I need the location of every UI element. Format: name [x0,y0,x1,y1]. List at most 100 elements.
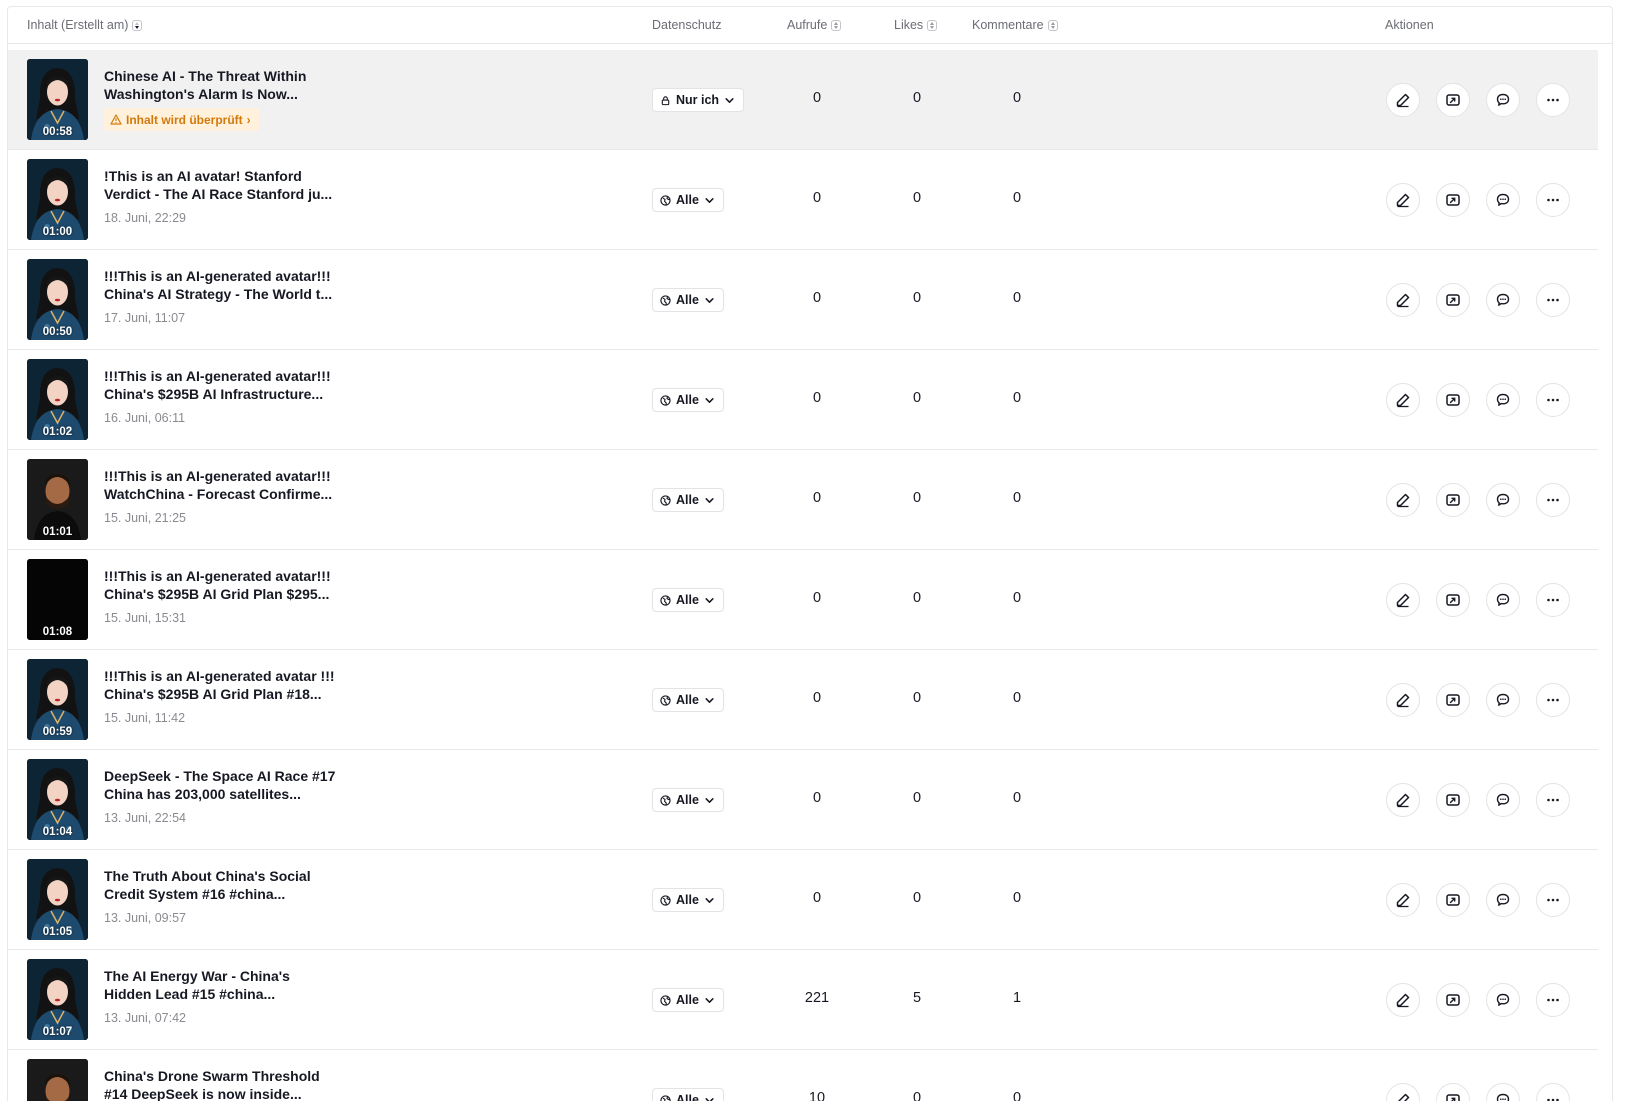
privacy-dropdown[interactable]: Alle [652,888,724,912]
video-thumbnail[interactable]: 00:50 [27,259,88,340]
video-title[interactable]: !!!This is an AI-generated avatar!!! Chi… [104,567,344,603]
more-options-button[interactable] [1536,683,1570,717]
sort-icon[interactable] [132,20,143,31]
table-row[interactable]: 01:08 !!!This is an AI-generated avatar!… [8,550,1598,650]
privacy-dropdown[interactable]: Alle [652,188,724,212]
comments-button[interactable] [1486,683,1520,717]
video-title[interactable]: !!!This is an AI-generated avatar!!! Chi… [104,267,344,303]
more-options-button[interactable] [1536,83,1570,117]
video-title[interactable]: The Truth About China's Social Credit Sy… [104,867,344,903]
video-title[interactable]: Chinese AI - The Threat Within Washingto… [104,67,344,103]
header-comments[interactable]: Kommentare [972,7,1058,44]
edit-button[interactable] [1386,783,1420,817]
more-options-button[interactable] [1536,1083,1570,1101]
export-button[interactable] [1436,983,1470,1017]
more-options-button[interactable] [1536,583,1570,617]
edit-button[interactable] [1386,83,1420,117]
privacy-dropdown[interactable]: Alle [652,288,724,312]
privacy-dropdown[interactable]: Alle [652,388,724,412]
video-title[interactable]: !!!This is an AI-generated avatar!!! Chi… [104,367,344,403]
comments-button[interactable] [1486,483,1520,517]
video-thumbnail[interactable]: 01:01 [27,459,88,540]
export-button[interactable] [1436,783,1470,817]
privacy-dropdown[interactable]: Alle [652,688,724,712]
video-thumbnail[interactable]: 01:08 [27,559,88,640]
video-thumbnail[interactable]: 01:00 [27,159,88,240]
export-button[interactable] [1436,283,1470,317]
header-likes[interactable]: Likes [894,7,938,44]
table-row[interactable]: 01:02 !!!This is an AI-generated avatar!… [8,350,1598,450]
export-button[interactable] [1436,83,1470,117]
privacy-dropdown[interactable]: Alle [652,788,724,812]
video-title[interactable]: DeepSeek - The Space AI Race #17 China h… [104,767,344,803]
privacy-dropdown[interactable]: Alle [652,588,724,612]
comments-button[interactable] [1486,383,1520,417]
export-button[interactable] [1436,1083,1470,1101]
export-button[interactable] [1436,483,1470,517]
edit-button[interactable] [1386,683,1420,717]
video-thumbnail[interactable]: 01:07 [27,959,88,1040]
table-row[interactable]: 01:00 !This is an AI avatar! Stanford Ve… [8,150,1598,250]
video-thumbnail[interactable]: 01:04 [27,759,88,840]
edit-button[interactable] [1386,583,1420,617]
comments-button[interactable] [1486,583,1520,617]
table-row[interactable]: 01:04 DeepSeek - The Space AI Race #17 C… [8,750,1598,850]
privacy-dropdown[interactable]: Alle [652,488,724,512]
privacy-dropdown[interactable]: Alle [652,988,724,1012]
more-options-button[interactable] [1536,783,1570,817]
comments-button[interactable] [1486,983,1520,1017]
comments-button[interactable] [1486,1083,1520,1101]
header-content[interactable]: Inhalt (Erstellt am) [27,7,143,44]
edit-button[interactable] [1386,983,1420,1017]
video-title[interactable]: !!!This is an AI-generated avatar!!! Wat… [104,467,344,503]
export-button[interactable] [1436,383,1470,417]
edit-button[interactable] [1386,483,1420,517]
video-duration: 01:00 [42,226,73,238]
table-row[interactable]: 00:50 !!!This is an AI-generated avatar!… [8,250,1598,350]
edit-button[interactable] [1386,283,1420,317]
comments-button[interactable] [1486,283,1520,317]
table-row[interactable]: 01:05 The Truth About China's Social Cre… [8,850,1598,950]
more-options-button[interactable] [1536,483,1570,517]
more-options-button[interactable] [1536,883,1570,917]
video-thumbnail[interactable]: 01:02 [27,359,88,440]
export-button[interactable] [1436,883,1470,917]
video-thumbnail[interactable]: 00:59 [27,659,88,740]
video-thumbnail[interactable]: 00:58 [27,59,88,140]
comments-count: 0 [1012,890,1022,906]
export-button[interactable] [1436,183,1470,217]
table-row[interactable]: China's Drone Swarm Threshold #14 DeepSe… [8,1050,1598,1101]
edit-button[interactable] [1386,883,1420,917]
video-title[interactable]: The AI Energy War - China's Hidden Lead … [104,967,344,1003]
table-row[interactable]: 00:58 Chinese AI - The Threat Within Was… [8,50,1598,150]
sort-icon[interactable] [831,20,842,31]
edit-button[interactable] [1386,383,1420,417]
review-status-badge[interactable]: Inhalt wird überprüft › [104,108,259,131]
more-options-button[interactable] [1536,183,1570,217]
comments-button[interactable] [1486,783,1520,817]
comments-button[interactable] [1486,83,1520,117]
comments-button[interactable] [1486,183,1520,217]
table-row[interactable]: 01:01 !!!This is an AI-generated avatar!… [8,450,1598,550]
more-options-button[interactable] [1536,983,1570,1017]
table-row[interactable]: 01:07 The AI Energy War - China's Hidden… [8,950,1598,1050]
video-thumbnail[interactable] [27,1059,88,1101]
sort-icon[interactable] [927,20,938,31]
edit-button[interactable] [1386,1083,1420,1101]
more-options-button[interactable] [1536,383,1570,417]
comments-button[interactable] [1486,883,1520,917]
video-title[interactable]: !!!This is an AI-generated avatar !!! Ch… [104,667,344,703]
export-button[interactable] [1436,583,1470,617]
export-button[interactable] [1436,683,1470,717]
sort-icon[interactable] [1047,20,1058,31]
video-thumbnail[interactable]: 01:05 [27,859,88,940]
edit-button[interactable] [1386,183,1420,217]
more-options-button[interactable] [1536,283,1570,317]
table-row[interactable]: 00:59 !!!This is an AI-generated avatar … [8,650,1598,750]
privacy-dropdown[interactable]: Nur ich [652,88,745,112]
video-title[interactable]: China's Drone Swarm Threshold #14 DeepSe… [104,1067,344,1101]
header-views[interactable]: Aufrufe [787,7,842,44]
privacy-dropdown[interactable]: Alle [652,1088,724,1101]
video-title[interactable]: !This is an AI avatar! Stanford Verdict … [104,167,344,203]
chevron-down-icon [705,897,714,903]
